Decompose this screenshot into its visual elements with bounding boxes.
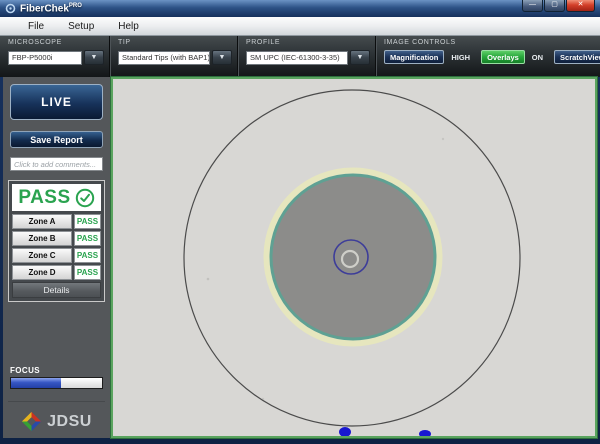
jdsu-logo-icon xyxy=(21,411,42,432)
focus-bar-fill xyxy=(11,378,61,388)
microscope-label: MICROSCOPE xyxy=(8,39,104,46)
image-controls-section: IMAGE CONTROLS Magnification HIGH Overla… xyxy=(375,36,600,77)
zone-d-status: PASS xyxy=(74,265,101,280)
zone-a-status: PASS xyxy=(74,214,101,229)
zone-d-label: Zone D xyxy=(12,265,72,280)
defect-mark xyxy=(339,427,351,436)
fiber-endface-view xyxy=(111,77,597,438)
toolbar: MICROSCOPE FBP-P5000i ▼ TIP Standard Tip… xyxy=(0,36,600,77)
microscope-dropdown-arrow-icon[interactable]: ▼ xyxy=(84,50,104,65)
magnification-button[interactable]: Magnification xyxy=(384,50,444,64)
live-button[interactable]: LIVE xyxy=(10,84,103,120)
microscope-select[interactable]: FBP-P5000i xyxy=(8,51,82,65)
fiber-image xyxy=(113,79,595,436)
tip-section: TIP Standard Tips (with BAP1) ▼ xyxy=(109,36,237,77)
zone-row-b: Zone B PASS xyxy=(12,231,101,246)
result-panel: PASS Zone A PASS Zone B PASS Zone C PA xyxy=(8,180,105,302)
zone-b-status: PASS xyxy=(74,231,101,246)
window-title-superscript: PRO xyxy=(69,3,82,9)
overall-result-status: PASS xyxy=(18,187,70,209)
magnification-state: HIGH xyxy=(451,53,470,62)
details-button[interactable]: Details xyxy=(12,282,101,298)
menubar: File Setup Help xyxy=(0,17,600,36)
profile-label: PROFILE xyxy=(246,39,370,46)
maximize-button[interactable]: ▢ xyxy=(544,0,565,12)
close-button[interactable]: ✕ xyxy=(566,0,595,12)
dust-speck xyxy=(442,138,444,140)
menu-file[interactable]: File xyxy=(28,21,44,32)
tip-select[interactable]: Standard Tips (with BAP1) xyxy=(118,51,210,65)
menu-setup[interactable]: Setup xyxy=(68,21,94,32)
scratchview-button[interactable]: ScratchView xyxy=(554,50,600,64)
profile-section: PROFILE SM UPC (IEC-61300-3-35) ▼ xyxy=(237,36,375,77)
window-body: LIVE Save Report PASS Zone A PASS Zone B xyxy=(0,77,600,444)
microscope-section: MICROSCOPE FBP-P5000i ▼ xyxy=(0,36,109,77)
zone-c-status: PASS xyxy=(74,248,101,263)
minimize-button[interactable]: — xyxy=(522,0,543,12)
tip-label: TIP xyxy=(118,39,232,46)
zone-c-label: Zone C xyxy=(12,248,72,263)
dust-speck xyxy=(207,278,210,281)
sidebar: LIVE Save Report PASS Zone A PASS Zone B xyxy=(3,77,110,438)
brand-area: JDSU xyxy=(8,401,105,434)
brand-name: JDSU xyxy=(47,413,92,431)
pass-check-icon xyxy=(75,188,95,208)
overall-result: PASS xyxy=(12,184,101,211)
titlebar: FiberChekPRO — ▢ ✕ xyxy=(0,0,600,17)
image-controls-label: IMAGE CONTROLS xyxy=(384,39,600,46)
save-report-button[interactable]: Save Report xyxy=(10,131,103,148)
zone-b-label: Zone B xyxy=(12,231,72,246)
focus-bar xyxy=(10,377,103,389)
app-logo-icon xyxy=(5,3,16,14)
profile-select[interactable]: SM UPC (IEC-61300-3-35) xyxy=(246,51,348,65)
tip-dropdown-arrow-icon[interactable]: ▼ xyxy=(212,50,232,65)
focus-label: FOCUS xyxy=(10,366,103,375)
zone-a-label: Zone A xyxy=(12,214,72,229)
profile-dropdown-arrow-icon[interactable]: ▼ xyxy=(350,50,370,65)
overlays-state: ON xyxy=(532,53,543,62)
overlays-button[interactable]: Overlays xyxy=(481,50,525,64)
zone-row-d: Zone D PASS xyxy=(12,265,101,280)
zone-row-a: Zone A PASS xyxy=(12,214,101,229)
defect-mark xyxy=(419,430,431,436)
zone-row-c: Zone C PASS xyxy=(12,248,101,263)
comments-input[interactable] xyxy=(10,157,103,171)
menu-help[interactable]: Help xyxy=(118,21,139,32)
app-window: FiberChekPRO — ▢ ✕ File Setup Help MICRO… xyxy=(0,0,600,444)
window-title: FiberChekPRO xyxy=(20,3,82,14)
